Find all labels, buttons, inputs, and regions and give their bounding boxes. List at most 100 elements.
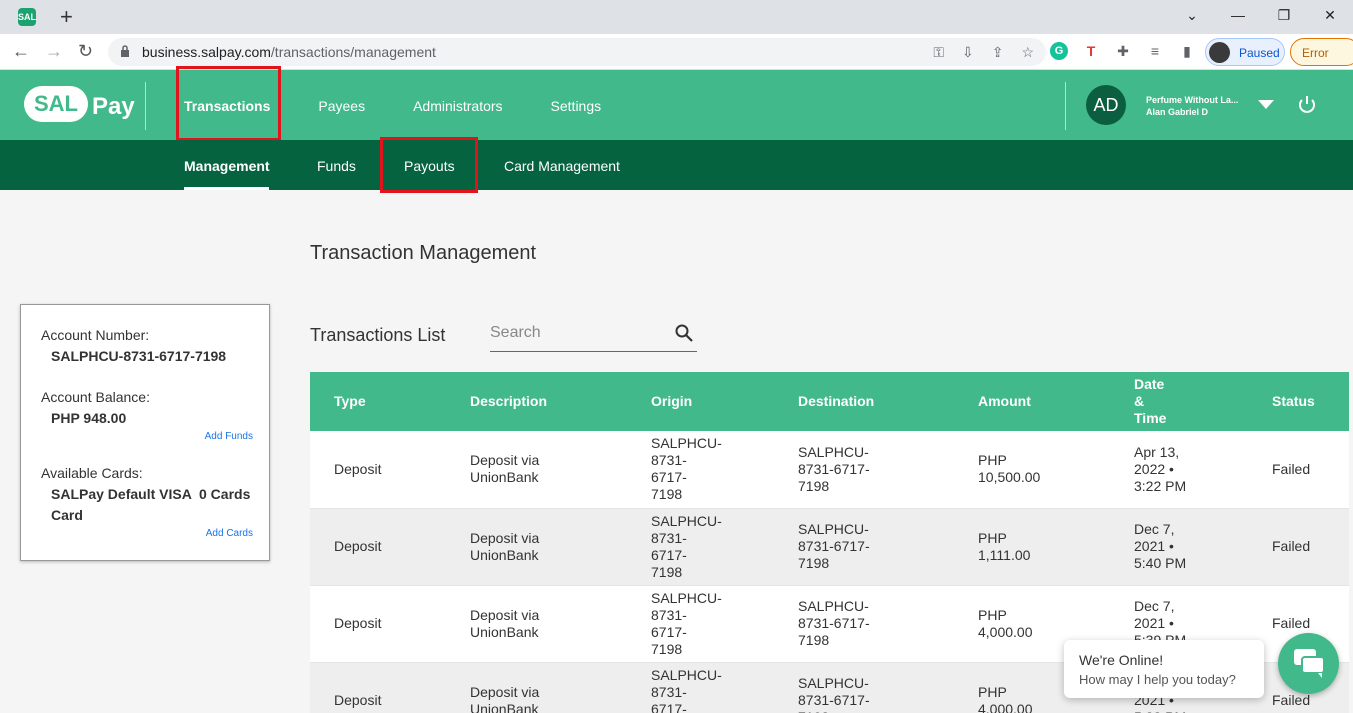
cell-date-time-text: Dec 7,	[1134, 598, 1175, 614]
table-header-row: Type Description Origin Destination Amou…	[310, 372, 1349, 431]
close-window-icon[interactable]: ✕	[1307, 0, 1353, 30]
cell-amount-text: 1,111.00	[978, 546, 1031, 563]
cell-origin-text: SALPHCU-	[651, 512, 722, 529]
restore-icon[interactable]: ❐	[1261, 0, 1307, 30]
chat-greeting[interactable]: We're Online! How may I help you today?	[1064, 640, 1264, 698]
account-number-label: Account Number:	[41, 327, 150, 343]
cell-destination-text: 8731-6717-	[798, 692, 870, 708]
app-header: SAL Pay Transactions Payees Administrator…	[0, 66, 1353, 141]
forward-icon[interactable]: →	[45, 41, 63, 62]
error-button[interactable]: Error	[1290, 38, 1353, 66]
tp-extension-icon[interactable]: T	[1082, 42, 1100, 60]
cell-status: Failed	[1248, 431, 1349, 509]
col-destination: Destination	[774, 372, 954, 431]
cell-date-time-text: Apr 13,	[1134, 443, 1180, 460]
key-icon[interactable]: ⚿	[933, 44, 944, 61]
cell-destination-text: 8731-6717-	[798, 460, 870, 477]
search-input[interactable]	[490, 324, 660, 342]
cell-amount-text: PHP	[978, 529, 1007, 546]
omnibox-actions: ⚿ ⇩ ⇪ ☆	[933, 44, 1034, 61]
sub-nav: Management Funds Payouts Card Management	[0, 137, 1353, 193]
chat-button[interactable]	[1278, 633, 1339, 694]
cell-date-time-text: 5:38 PM	[1134, 709, 1248, 713]
address-bar[interactable]: business.salpay.com/transactions/managem…	[108, 38, 1046, 66]
cell-description-text: Deposit via	[470, 606, 540, 623]
cell-origin-text: 8731-	[651, 452, 687, 469]
star-icon[interactable]: ☆	[1021, 44, 1034, 61]
subnav-funds[interactable]: Funds	[317, 158, 356, 174]
col-amount: Amount	[954, 372, 1110, 431]
card-name-line1: SALPay Default VISA	[51, 486, 192, 502]
tab-search-icon[interactable]: ⌄	[1169, 0, 1215, 30]
profile-status: Paused	[1239, 46, 1280, 60]
col-description: Description	[446, 372, 627, 431]
cell-destination: SALPHCU-8731-6717-7198	[774, 585, 954, 663]
sidepanel-icon[interactable]: ▮	[1178, 42, 1196, 60]
subnav-card-management[interactable]: Card Management	[504, 158, 620, 174]
profile-button[interactable]: Paused	[1205, 38, 1285, 66]
cell-origin-text: 6717-	[651, 700, 687, 713]
cell-destination-text: SALPHCU-	[798, 443, 869, 460]
install-icon[interactable]: ⇩	[962, 44, 974, 61]
cell-type-text: Deposit	[334, 460, 382, 477]
caret-down-icon[interactable]	[1258, 100, 1274, 109]
subnav-management[interactable]: Management	[184, 158, 270, 174]
col-date-line3: Time	[1134, 410, 1167, 426]
cell-amount-text: 10,500.00	[978, 469, 1041, 486]
col-date-line2: &	[1134, 393, 1145, 409]
col-type: Type	[310, 372, 446, 431]
back-icon[interactable]: ←	[12, 41, 30, 62]
cell-destination-text: 8731-6717-	[798, 615, 870, 631]
cell-description-text: Deposit via	[470, 452, 540, 469]
cell-destination-text: SALPHCU-	[798, 521, 869, 537]
cell-type: Deposit	[310, 585, 446, 663]
cell-status-text: Failed	[1272, 692, 1311, 708]
cell-description-text: UnionBank	[470, 623, 539, 640]
cell-origin-text: SALPHCU-	[651, 666, 722, 683]
new-tab-icon[interactable]: +	[60, 4, 73, 30]
table-row[interactable]: Deposit Deposit via UnionBank SALPHCU- 8731-…	[310, 431, 1349, 509]
reload-icon[interactable]: ↻	[78, 41, 93, 62]
lock-icon	[121, 45, 129, 57]
nav-administrators[interactable]: Administrators	[413, 98, 502, 114]
account-balance: PHP 948.00	[51, 410, 127, 426]
power-icon[interactable]	[1296, 94, 1318, 116]
cell-amount: PHP 10,500.00	[954, 431, 1110, 509]
cell-origin: SALPHCU-8731-6717-7198	[627, 508, 774, 586]
minimize-icon[interactable]: —	[1215, 0, 1261, 30]
add-cards-link[interactable]: Add Cards	[206, 528, 253, 539]
col-origin: Origin	[627, 372, 774, 431]
site-favicon-icon[interactable]: SAL	[18, 8, 36, 26]
table-row[interactable]: Deposit Deposit via UnionBank SALPHCU- 8731-…	[310, 508, 1349, 586]
cell-origin: SALPHCU-8731-6717-7198	[627, 431, 774, 509]
user-name: Alan Gabriel D	[1146, 107, 1209, 117]
cell-origin-text: SALPHCU-	[651, 435, 722, 452]
cell-destination-text: 7198	[798, 709, 954, 713]
cell-date-time-text: 3:22 PM	[1134, 477, 1187, 494]
cell-date-time-text: 2021 •	[1134, 538, 1174, 554]
media-icon[interactable]: ≡	[1146, 42, 1164, 60]
cell-type-text: Deposit	[334, 538, 382, 554]
business-name: Perfume Without La...	[1146, 95, 1239, 105]
share-icon[interactable]: ⇪	[992, 44, 1004, 61]
cell-date-time: Apr 13, 2022 • 3:22 PM	[1110, 431, 1248, 509]
nav-settings[interactable]: Settings	[551, 98, 602, 114]
add-funds-link[interactable]: Add Funds	[205, 431, 253, 442]
account-card: Account Number: SALPHCU-8731-6717-7198 A…	[20, 304, 270, 561]
grammarly-icon[interactable]: G	[1050, 42, 1068, 60]
url-text: business.salpay.com/transactions/managem…	[142, 44, 436, 60]
user-info[interactable]: Perfume Without La... Alan Gabriel D	[1146, 94, 1238, 118]
user-avatar[interactable]: AD	[1086, 85, 1126, 125]
cell-status: Failed	[1248, 508, 1349, 586]
cell-destination-text: 7198	[798, 632, 830, 648]
cell-date-time-text: 2022 •	[1134, 460, 1174, 477]
url-domain: business.salpay.com	[142, 44, 271, 60]
puzzle-icon[interactable]: ✚	[1114, 42, 1132, 60]
nav-payees[interactable]: Payees	[318, 98, 365, 114]
search-icon[interactable]	[675, 324, 693, 342]
cell-origin-text: 6717-	[651, 623, 687, 640]
chat-line1: We're Online!	[1079, 652, 1164, 668]
salpay-logo[interactable]: SAL Pay	[24, 86, 135, 122]
cell-origin-text: 8731-	[651, 683, 687, 700]
cell-type-text: Deposit	[334, 692, 382, 708]
